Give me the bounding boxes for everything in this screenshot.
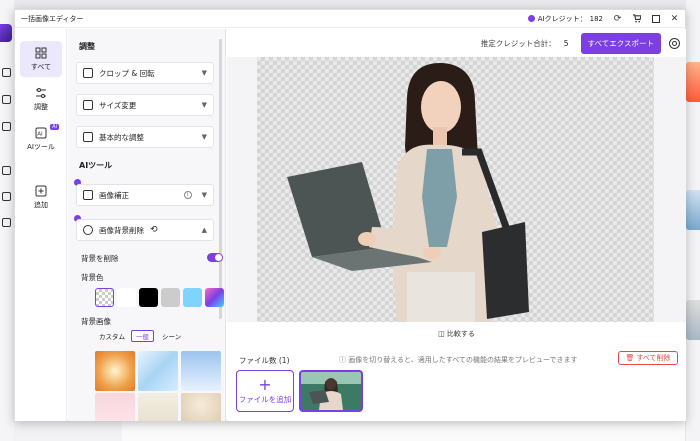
add-file-button[interactable]: + ファイルを追加 (236, 370, 294, 412)
resize-dropdown[interactable]: サイズ変更 ▼ (76, 94, 214, 116)
box-icon (2, 95, 11, 104)
background-app-gallery (686, 0, 700, 441)
gallery-thumb (686, 300, 700, 340)
bg-remove-dropdown[interactable]: 画像背景削除 ⟲ ▲ (76, 219, 214, 241)
ai-tools-section-title: AIツール (79, 161, 113, 170)
swatch-transparent[interactable] (95, 288, 114, 307)
folder-icon (2, 192, 11, 201)
preview-hint: ⓘ 画像を切り替えると、適用したすべての機能の結果をプレビューできます (339, 356, 578, 364)
category-nav: すべて 調整 AI AI AIツール 追加 (15, 29, 67, 421)
swatch-black[interactable] (139, 288, 158, 307)
plus-icon: + (258, 374, 272, 394)
nav-add[interactable]: 追加 (20, 179, 62, 215)
thumbnail-photo (301, 372, 361, 410)
adjust-section-title: 調整 (79, 42, 95, 51)
settings-panel: 調整 クロップ & 回転 ▼ サイズ変更 ▼ 基本的な調整 ▼ AIツール 画像… (68, 29, 226, 421)
chevron-down-icon: ▼ (201, 191, 207, 199)
crop-rotate-dropdown[interactable]: クロップ & 回転 ▼ (76, 62, 214, 84)
chevron-down-icon: ▼ (201, 101, 207, 109)
background-app-sidebar (0, 0, 14, 441)
swatch-gray[interactable] (161, 288, 180, 307)
remove-bg-label: 背景を削除 (81, 254, 119, 263)
bg-image-tile[interactable] (181, 351, 221, 391)
file-count: ファイル数 (1) (239, 356, 290, 365)
preview-canvas (227, 57, 686, 322)
bg-image-tile[interactable] (138, 351, 178, 391)
tab-scene[interactable]: シーン (158, 330, 185, 342)
home-icon (2, 68, 11, 77)
nav-ai-tools[interactable]: AI AI AIツール (20, 121, 62, 157)
estimated-credits-value: 5 (563, 38, 569, 48)
remove-bg-icon (83, 225, 93, 235)
panel-scrollbar[interactable] (219, 39, 222, 319)
bg-color-label: 背景色 (81, 273, 104, 282)
bg-image-label: 背景画像 (81, 317, 111, 326)
gear-icon[interactable] (669, 37, 680, 49)
doc-icon (2, 122, 11, 131)
svg-text:AI: AI (37, 131, 43, 137)
main-area: 推定クレジット合計： 5 すべてエクスポート ◫ 比較する ファイル数 (1) … (227, 29, 686, 421)
close-icon[interactable]: ✕ (670, 14, 679, 24)
enhance-icon (83, 190, 93, 200)
bg-image-tile[interactable] (95, 393, 135, 421)
file-thumbnail[interactable] (299, 370, 363, 412)
monitor-icon (2, 218, 11, 227)
bg-image-tile[interactable] (181, 393, 221, 421)
titlebar: 一括画像エディター AIクレジット： 182 ⟳ ✕ (15, 10, 685, 28)
background-app-bottom (14, 420, 686, 441)
compare-icon: ◫ (438, 330, 445, 338)
gallery-thumb (686, 190, 700, 230)
sliders-icon (36, 87, 46, 98)
credit-icon (527, 15, 535, 22)
maximize-icon[interactable] (651, 14, 660, 23)
app-logo (0, 24, 12, 42)
tab-custom[interactable]: カスタム (95, 330, 129, 342)
window-title: 一括画像エディター (21, 14, 84, 23)
main-toolbar: 推定クレジット合計： 5 すべてエクスポート (227, 29, 686, 57)
credits-value: 182 (589, 14, 603, 23)
chevron-up-icon: ▲ (201, 226, 207, 234)
subject-photo (287, 62, 529, 322)
enhance-dropdown[interactable]: 画像補正 i ▼ (76, 184, 214, 206)
tab-general[interactable]: 一般 (131, 330, 154, 342)
resize-icon (83, 100, 93, 110)
bg-image-tile[interactable] (95, 351, 135, 391)
trash-icon: 🗑 (625, 354, 635, 362)
chevron-down-icon: ▼ (201, 69, 207, 77)
cart-icon[interactable] (632, 14, 641, 23)
transparent-background (257, 57, 654, 322)
refresh-icon[interactable]: ⟳ (613, 14, 622, 24)
crop-icon (83, 68, 93, 78)
chevron-down-icon: ▼ (201, 133, 207, 141)
swatch-gradient[interactable] (205, 288, 224, 307)
export-all-button[interactable]: すべてエクスポート (580, 32, 661, 54)
swatch-light-blue[interactable] (183, 288, 202, 307)
remove-bg-toggle[interactable] (207, 253, 223, 262)
ai-badge: AI (50, 124, 59, 130)
plus-box-icon (35, 185, 47, 196)
basic-adjust-dropdown[interactable]: 基本的な調整 ▼ (76, 126, 214, 148)
reset-icon[interactable]: ⟲ (150, 225, 158, 235)
nav-all[interactable]: すべて (20, 41, 62, 77)
delete-all-button[interactable]: 🗑 すべて削除 (618, 351, 678, 365)
sliders-icon (83, 132, 93, 142)
swatch-white[interactable] (117, 288, 136, 307)
ai-icon: AI (35, 127, 47, 138)
ai-credits: AIクレジット： 182 (527, 14, 603, 24)
compare-toggle[interactable]: ◫ 比較する (227, 329, 686, 339)
estimated-credits-label: 推定クレジット合計： (480, 38, 556, 48)
nav-adjust[interactable]: 調整 (20, 81, 62, 117)
info-icon[interactable]: i (183, 191, 192, 199)
bg-image-tile[interactable] (138, 393, 178, 421)
apps-icon (2, 166, 11, 175)
batch-editor-window: 一括画像エディター AIクレジット： 182 ⟳ ✕ すべて 調整 AI AI … (14, 9, 686, 421)
grid-icon (35, 47, 47, 58)
gallery-thumb (686, 62, 700, 102)
